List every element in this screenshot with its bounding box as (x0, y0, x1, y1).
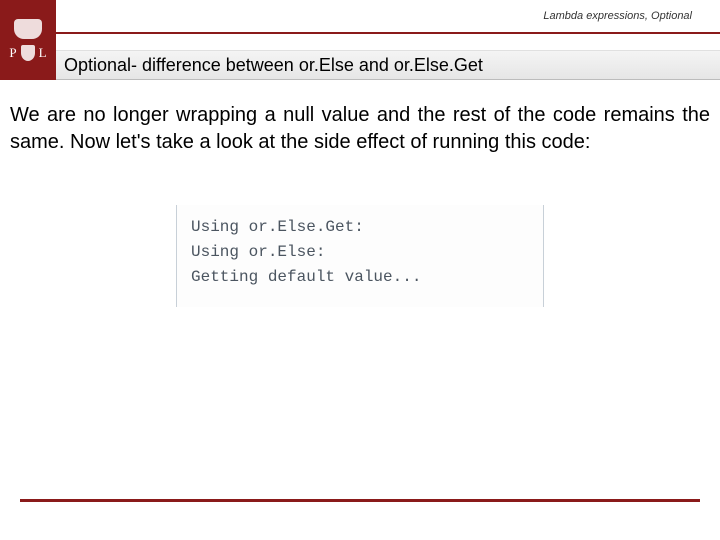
title-band: Optional- difference between or.Else and… (56, 50, 720, 80)
slide-title: Optional- difference between or.Else and… (64, 55, 483, 76)
logo-letter-left: P (9, 45, 16, 61)
logo-icon: P L (4, 4, 52, 76)
logo-block: P L (0, 0, 56, 80)
header-rule (56, 32, 720, 34)
footer-rule (20, 499, 700, 502)
topbar: Lambda expressions, Optional (0, 0, 720, 32)
logo-emblem-row: P L (9, 45, 46, 61)
code-output-text: Using or.Else.Get: Using or.Else: Gettin… (191, 215, 529, 289)
logo-letter-right: L (39, 45, 47, 61)
body-paragraph: We are no longer wrapping a null value a… (10, 102, 710, 156)
logo-emblem-top (14, 19, 42, 39)
shield-icon (21, 45, 35, 61)
code-output-block: Using or.Else.Get: Using or.Else: Gettin… (176, 205, 544, 307)
slide: Lambda expressions, Optional P L Optiona… (0, 0, 720, 540)
breadcrumb: Lambda expressions, Optional (543, 10, 692, 22)
